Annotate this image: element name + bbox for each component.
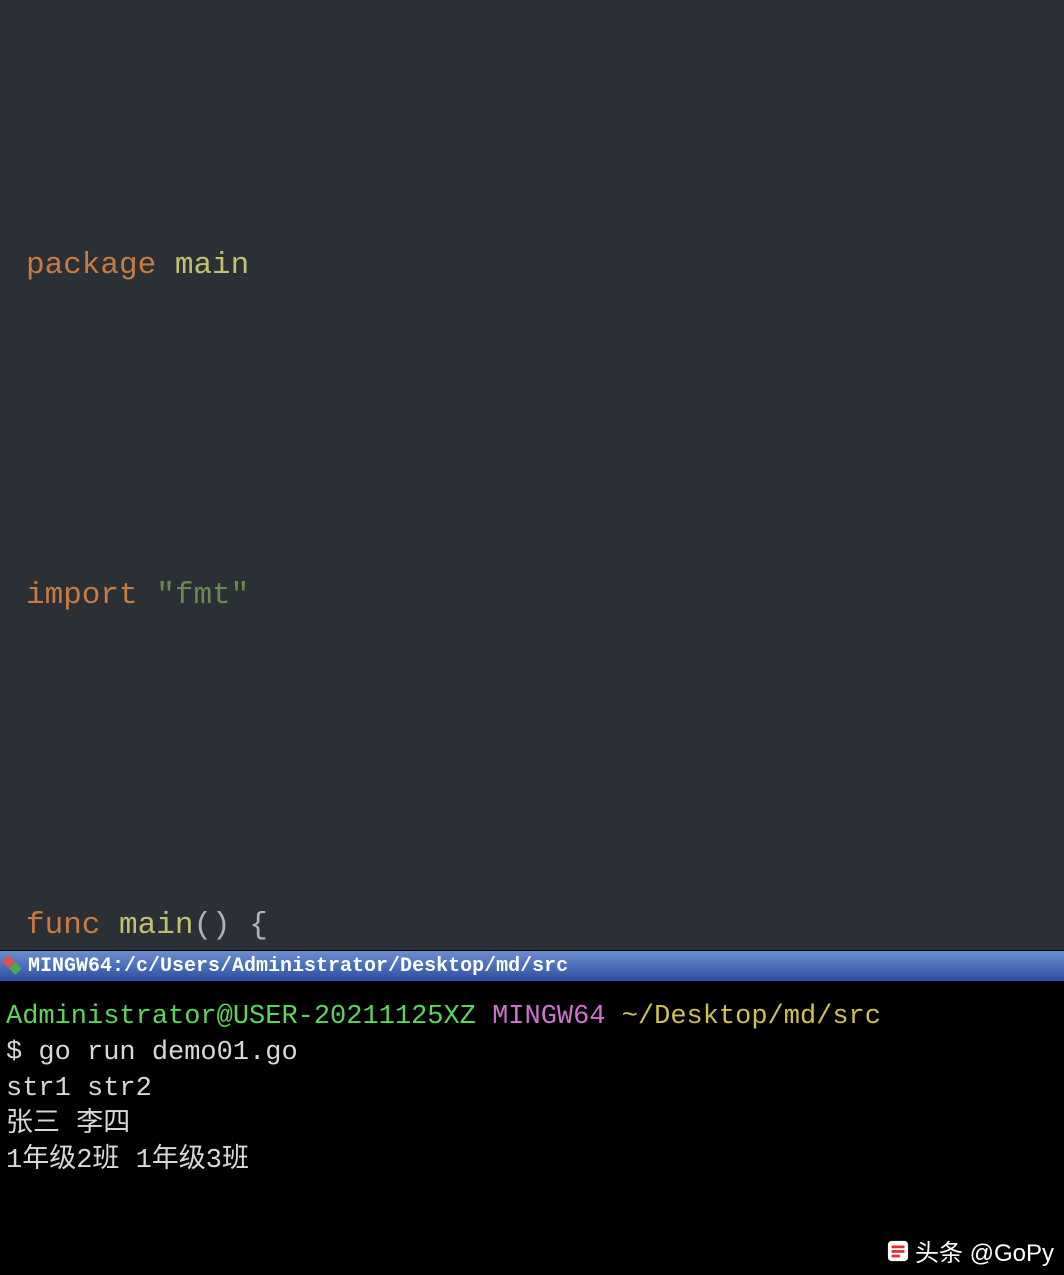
watermark-text: 头条 @GoPy bbox=[915, 1233, 1054, 1268]
code-line: package main bbox=[26, 238, 1064, 293]
keyword-import: import bbox=[26, 578, 138, 613]
pkg-name: main bbox=[175, 248, 249, 283]
func-name: main bbox=[119, 908, 193, 943]
prompt-line: Administrator@USER-20211125XZ MINGW64 ~/… bbox=[6, 999, 1062, 1035]
terminal-titlebar[interactable]: MINGW64:/c/Users/Administrator/Desktop/m… bbox=[0, 951, 1064, 981]
code-line-blank bbox=[26, 733, 1064, 788]
code-line-blank bbox=[26, 403, 1064, 458]
output-line: 1年级2班 1年级3班 bbox=[6, 1143, 1062, 1179]
command-line: $ go run demo01.go bbox=[6, 1035, 1062, 1071]
terminal-window: MINGW64:/c/Users/Administrator/Desktop/m… bbox=[0, 950, 1064, 1274]
prompt-path: ~/Desktop/md/src bbox=[622, 1002, 881, 1032]
watermark: 头条 @GoPy bbox=[887, 1233, 1054, 1268]
keyword-package: package bbox=[26, 248, 156, 283]
code-line: import "fmt" bbox=[26, 568, 1064, 623]
output-line: 张三 李四 bbox=[6, 1107, 1062, 1143]
terminal-body[interactable]: Administrator@USER-20211125XZ MINGW64 ~/… bbox=[0, 981, 1064, 1275]
output-line: str1 str2 bbox=[6, 1071, 1062, 1107]
toutiao-icon bbox=[887, 1240, 909, 1262]
keyword-func: func bbox=[26, 908, 100, 943]
prompt-user: Administrator@USER-20211125XZ bbox=[6, 1002, 476, 1032]
mingw-icon bbox=[4, 957, 22, 975]
editor-gutter bbox=[0, 0, 14, 950]
import-path: "fmt" bbox=[156, 578, 249, 613]
prompt-sys: MINGW64 bbox=[492, 1002, 605, 1032]
code-editor[interactable]: package main import "fmt" func main() { … bbox=[0, 0, 1064, 950]
code-line: func main() { bbox=[26, 898, 1064, 953]
terminal-title: MINGW64:/c/Users/Administrator/Desktop/m… bbox=[28, 955, 568, 978]
